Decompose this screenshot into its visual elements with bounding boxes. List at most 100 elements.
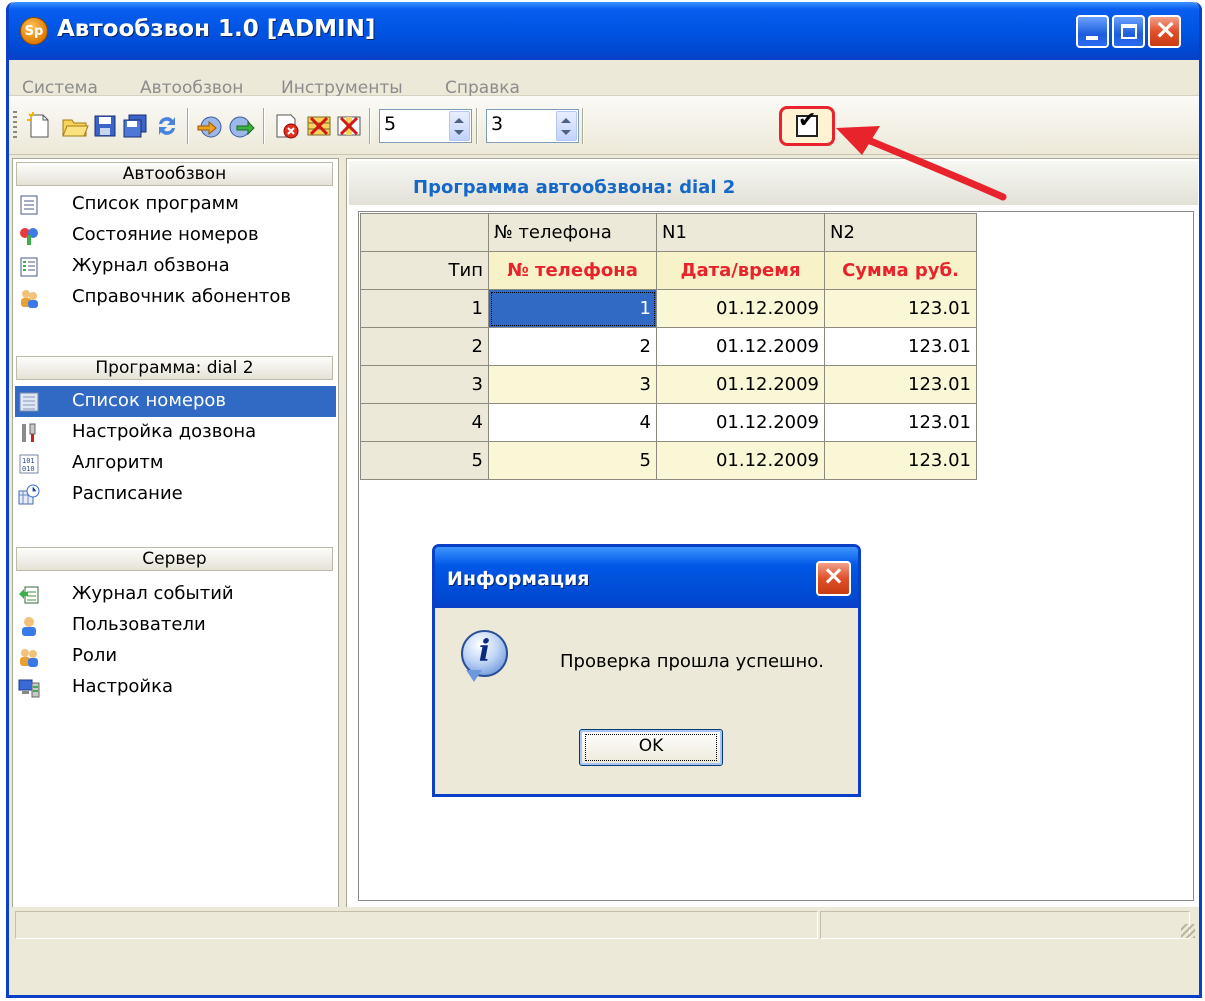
settings-computer-icon xyxy=(18,679,40,698)
menu-item-sistema[interactable]: Система xyxy=(22,78,98,98)
sidebar-item-schedule[interactable]: Расписание xyxy=(15,479,336,510)
info-dialog: Информация × i Проверка прошла успешно. … xyxy=(432,544,861,797)
sidebar-item-roles[interactable]: Роли xyxy=(15,641,336,672)
sidebar-item-number-list[interactable]: Список номеров xyxy=(15,386,336,417)
sidebar-item-label: Алгоритм xyxy=(72,452,164,473)
row-number[interactable]: 5 xyxy=(360,441,489,480)
number-status-icon xyxy=(20,228,38,245)
open-folder-icon[interactable] xyxy=(61,112,89,140)
table-cell[interactable]: 1 xyxy=(488,289,657,328)
spin-up-icon[interactable] xyxy=(561,118,571,123)
grid-type-cell[interactable]: Сумма руб. xyxy=(824,251,977,290)
sidebar-item-settings[interactable]: Настройка xyxy=(15,672,336,703)
import-icon[interactable] xyxy=(196,112,224,140)
grid-header-cell[interactable]: N2 xyxy=(824,213,977,252)
row-number[interactable]: 1 xyxy=(360,289,489,328)
sidebar-item-call-log[interactable]: Журнал обзвона xyxy=(15,251,336,282)
sidebar-item-number-status[interactable]: Состояние номеров xyxy=(15,220,336,251)
spin-input-2-arrows[interactable] xyxy=(556,111,577,141)
table-cell[interactable]: 123.01 xyxy=(824,365,977,404)
toolbar-separator xyxy=(369,108,371,144)
toolbar-separator xyxy=(582,108,584,144)
sidebar-item-label: Справочник абонентов xyxy=(72,286,291,307)
spin-input-1-arrows[interactable] xyxy=(449,111,470,141)
grid-header-row: № телефона N1 N2 xyxy=(360,213,977,252)
program-header: Программа автообзвона: dial 2 xyxy=(349,161,1198,205)
save-all-icon[interactable] xyxy=(121,112,149,140)
toolbar-separator xyxy=(263,108,265,144)
title-bar[interactable]: Sp Автообзвон 1.0 [ADMIN] × xyxy=(9,2,1199,60)
ok-button[interactable]: OK xyxy=(579,729,723,766)
row-number[interactable]: 3 xyxy=(360,365,489,404)
toolbar-grip[interactable] xyxy=(13,111,17,141)
spin-down-icon[interactable] xyxy=(561,130,571,135)
delete-columns-icon[interactable] xyxy=(335,112,363,140)
grid-corner-cell[interactable] xyxy=(360,213,489,252)
svg-text:010: 010 xyxy=(22,465,35,473)
menu-item-help[interactable]: Справка xyxy=(445,78,520,98)
table-cell[interactable]: 5 xyxy=(488,441,657,480)
table-cell[interactable]: 01.12.2009 xyxy=(656,327,825,366)
algorithm-binary-icon: 101010 xyxy=(19,454,39,474)
table-cell[interactable]: 01.12.2009 xyxy=(656,289,825,328)
sidebar-item-users[interactable]: Пользователи xyxy=(15,610,336,641)
table-cell[interactable]: 123.01 xyxy=(824,327,977,366)
sidebar-group-header-autodial: Автообзвон xyxy=(16,162,333,186)
spin-up-icon[interactable] xyxy=(454,118,464,123)
delete-document-icon[interactable] xyxy=(273,112,301,140)
sidebar-item-subscribers[interactable]: Справочник абонентов xyxy=(15,282,336,313)
export-icon[interactable] xyxy=(227,112,255,140)
menu-item-autodial[interactable]: Автообзвон xyxy=(140,78,243,98)
table-cell[interactable]: 123.01 xyxy=(824,289,977,328)
table-cell[interactable]: 2 xyxy=(488,327,657,366)
schedule-icon xyxy=(18,484,40,505)
status-bar xyxy=(9,907,1199,995)
info-icon-tail xyxy=(466,670,482,682)
table-cell[interactable]: 01.12.2009 xyxy=(656,441,825,480)
table-cell[interactable]: 01.12.2009 xyxy=(656,403,825,442)
close-button[interactable]: × xyxy=(1148,14,1181,48)
sidebar-item-label: Настройка дозвона xyxy=(72,421,257,442)
table-cell[interactable]: 01.12.2009 xyxy=(656,365,825,404)
svg-text:101: 101 xyxy=(22,457,35,465)
dialog-title: Информация xyxy=(447,568,590,590)
dialog-close-button[interactable]: × xyxy=(816,561,851,596)
sidebar-item-algorithm[interactable]: 101 010 Алгоритм xyxy=(15,448,336,479)
table-row: 2 2 01.12.2009 123.01 xyxy=(360,327,977,366)
grid-header-cell[interactable]: № телефона xyxy=(488,213,657,252)
menu-bar: Система Автообзвон Инструменты Справка xyxy=(9,60,1199,98)
numbers-grid[interactable]: № телефона N1 N2 Тип № телефона Дата/вре… xyxy=(360,213,977,480)
toolbar-separator xyxy=(476,108,478,144)
table-cell[interactable]: 123.01 xyxy=(824,403,977,442)
refresh-icon[interactable] xyxy=(153,112,181,140)
sidebar-item-event-log[interactable]: Журнал событий xyxy=(15,579,336,610)
status-pane xyxy=(15,911,818,939)
maximize-button[interactable] xyxy=(1112,15,1145,48)
sidebar-item-programs[interactable]: Список программ xyxy=(15,189,336,220)
table-cell[interactable]: 4 xyxy=(488,403,657,442)
spin-input-2[interactable]: 3 xyxy=(486,109,579,143)
table-cell[interactable]: 123.01 xyxy=(824,441,977,480)
row-number[interactable]: 2 xyxy=(360,327,489,366)
toolbar-separator xyxy=(187,108,189,144)
spin-down-icon[interactable] xyxy=(454,130,464,135)
menu-item-tools[interactable]: Инструменты xyxy=(281,78,403,98)
close-icon: × xyxy=(822,561,845,591)
resize-grip-icon[interactable] xyxy=(1181,924,1195,938)
minimize-button[interactable] xyxy=(1076,15,1109,48)
grid-type-cell[interactable]: Дата/время xyxy=(656,251,825,290)
check-button[interactable]: ✔ xyxy=(779,106,835,146)
grid-type-cell[interactable]: № телефона xyxy=(488,251,657,290)
maximize-icon xyxy=(1121,24,1137,39)
sidebar-item-dial-settings[interactable]: Настройка дозвона xyxy=(15,417,336,448)
spin-input-1[interactable]: 5 xyxy=(379,109,472,143)
spin-input-1-value: 5 xyxy=(384,113,397,135)
table-cell[interactable]: 3 xyxy=(488,365,657,404)
dialog-title-bar[interactable]: Информация × xyxy=(435,547,858,608)
row-number[interactable]: 4 xyxy=(360,403,489,442)
grid-header-cell[interactable]: N1 xyxy=(656,213,825,252)
save-icon[interactable] xyxy=(91,112,119,140)
new-document-icon[interactable] xyxy=(25,112,53,140)
user-icon xyxy=(22,617,36,636)
delete-rows-icon[interactable] xyxy=(305,112,333,140)
